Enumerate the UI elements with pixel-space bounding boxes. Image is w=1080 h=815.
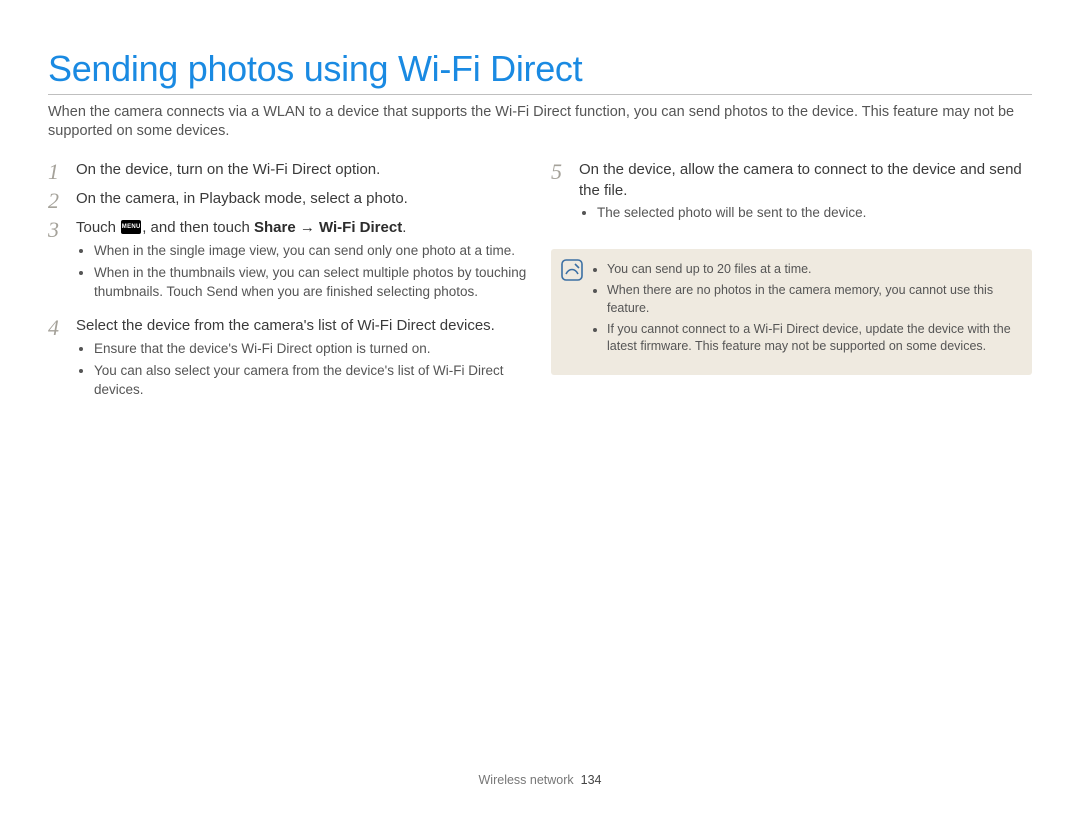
step-number: 5 bbox=[551, 160, 569, 183]
step-text: On the camera, in Playback mode, select … bbox=[76, 189, 529, 210]
menu-icon: MENU bbox=[121, 220, 141, 234]
step3-lead-after: , and then touch bbox=[142, 219, 254, 236]
step3-bold: Share → Wi-Fi Direct bbox=[254, 219, 402, 236]
step5-main: On the device, allow the camera to conne… bbox=[579, 161, 1022, 199]
left-column: 1 On the device, turn on the Wi-Fi Direc… bbox=[48, 160, 529, 414]
list-item: Ensure that the device's Wi-Fi Direct op… bbox=[94, 339, 529, 358]
title-divider bbox=[48, 94, 1032, 95]
step-number: 2 bbox=[48, 189, 66, 212]
step-2: 2 On the camera, in Playback mode, selec… bbox=[48, 189, 529, 212]
footer-page-number: 134 bbox=[581, 773, 602, 787]
step3-lead-before: Touch bbox=[76, 219, 120, 236]
step-number: 1 bbox=[48, 160, 66, 183]
step3-bullets: When in the single image view, you can s… bbox=[76, 239, 529, 310]
step-text: Touch MENU, and then touch Share → Wi-Fi… bbox=[76, 218, 529, 310]
list-item: The selected photo will be sent to the d… bbox=[597, 203, 1032, 222]
step-text: On the device, turn on the Wi-Fi Direct … bbox=[76, 160, 529, 181]
page-title: Sending photos using Wi-Fi Direct bbox=[48, 50, 1032, 88]
manual-page: Sending photos using Wi-Fi Direct When t… bbox=[0, 0, 1080, 815]
list-item: If you cannot connect to a Wi-Fi Direct … bbox=[607, 321, 1016, 357]
step-text: Select the device from the camera's list… bbox=[76, 316, 529, 408]
list-item: You can also select your camera from the… bbox=[94, 361, 529, 399]
right-column: 5 On the device, allow the camera to con… bbox=[551, 160, 1032, 414]
step-1: 1 On the device, turn on the Wi-Fi Direc… bbox=[48, 160, 529, 183]
list-item: When in the single image view, you can s… bbox=[94, 241, 529, 260]
step-5: 5 On the device, allow the camera to con… bbox=[551, 160, 1032, 232]
step-number: 3 bbox=[48, 218, 66, 241]
step-text: On the device, allow the camera to conne… bbox=[579, 160, 1032, 232]
footer-section: Wireless network bbox=[479, 773, 574, 787]
intro-paragraph: When the camera connects via a WLAN to a… bbox=[48, 103, 1032, 142]
list-item: You can send up to 20 files at a time. bbox=[607, 261, 1016, 279]
list-item: When in the thumbnails view, you can sel… bbox=[94, 263, 529, 301]
note-list: You can send up to 20 files at a time. W… bbox=[593, 259, 1016, 365]
step4-bullets: Ensure that the device's Wi-Fi Direct op… bbox=[76, 337, 529, 408]
note-box: You can send up to 20 files at a time. W… bbox=[551, 249, 1032, 375]
step-number: 4 bbox=[48, 316, 66, 339]
list-item: When there are no photos in the camera m… bbox=[607, 282, 1016, 318]
step-3: 3 Touch MENU, and then touch Share → Wi-… bbox=[48, 218, 529, 310]
list-item-text: When in the thumbnails view, you can sel… bbox=[94, 265, 526, 299]
step-4: 4 Select the device from the camera's li… bbox=[48, 316, 529, 408]
step4-main: Select the device from the camera's list… bbox=[76, 317, 495, 334]
step3-dot: . bbox=[402, 219, 406, 236]
content-columns: 1 On the device, turn on the Wi-Fi Direc… bbox=[48, 160, 1032, 414]
note-icon bbox=[561, 259, 583, 365]
page-footer: Wireless network 134 bbox=[0, 773, 1080, 787]
step5-bullets: The selected photo will be sent to the d… bbox=[579, 201, 1032, 231]
